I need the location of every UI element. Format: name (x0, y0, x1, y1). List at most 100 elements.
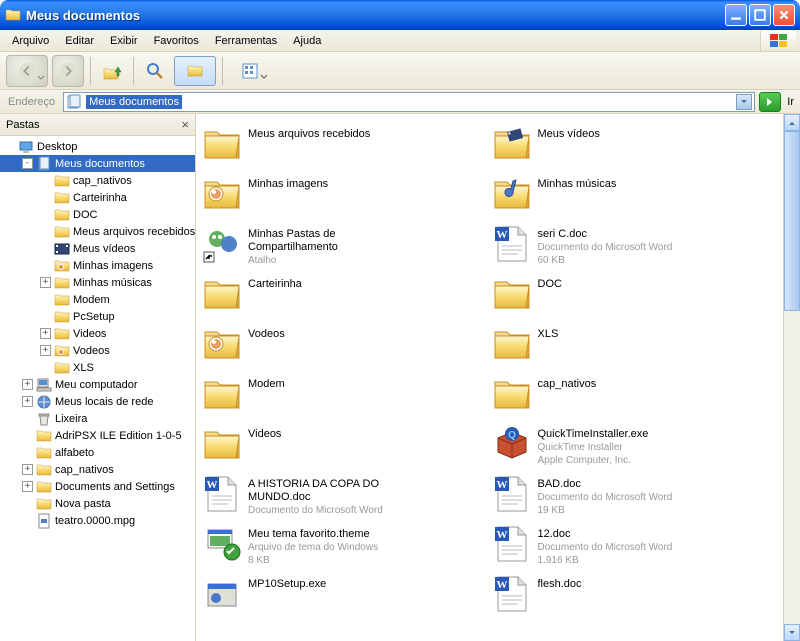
file-item[interactable]: Minhas imagens (200, 172, 490, 222)
file-item[interactable]: Minhas músicas (490, 172, 780, 222)
file-name: Meus vídeos (538, 128, 600, 141)
file-icon (202, 524, 242, 564)
tree-node[interactable]: cap_nativos (0, 172, 195, 189)
file-item[interactable]: DOC (490, 272, 780, 322)
tree-label: AdriPSX ILE Edition 1-0-5 (55, 430, 182, 442)
file-item[interactable]: MP10Setup.exe (200, 572, 490, 622)
file-item[interactable]: Minhas Pastas de CompartilhamentoAtalho (200, 222, 490, 272)
file-item[interactable]: W12.docDocumento do Microsoft Word1.916 … (490, 522, 780, 572)
tree-node[interactable]: Meus arquivos recebidos (0, 223, 195, 240)
menu-favoritos[interactable]: Favoritos (146, 33, 207, 49)
tree-twist[interactable]: + (22, 481, 33, 492)
scroll-down-button[interactable] (784, 624, 800, 641)
file-item[interactable]: Meu tema favorito.themeArquivo de tema d… (200, 522, 490, 572)
file-item[interactable]: Meus arquivos recebidos (200, 122, 490, 172)
tree-node[interactable]: PcSetup (0, 308, 195, 325)
file-grid[interactable]: Meus arquivos recebidos Meus vídeos Minhas… (196, 114, 783, 641)
menu-ajuda[interactable]: Ajuda (285, 33, 329, 49)
tree-label: Meus vídeos (73, 243, 135, 255)
file-item[interactable]: cap_nativos (490, 372, 780, 422)
toolbar (0, 52, 800, 90)
close-button[interactable] (773, 4, 795, 26)
tree-node[interactable]: +cap_nativos (0, 461, 195, 478)
close-panel-button[interactable]: × (181, 117, 189, 132)
views-button[interactable] (229, 56, 271, 86)
file-name: 12.doc (538, 528, 673, 541)
forward-button[interactable] (52, 55, 84, 87)
file-item[interactable]: WA HISTORIA DA COPA DO MUNDO.docDocument… (200, 472, 490, 522)
tree-twist[interactable]: + (40, 328, 51, 339)
tree-node[interactable]: +Meu computador (0, 376, 195, 393)
folder-icon (5, 7, 21, 23)
tree-node[interactable]: Modem (0, 291, 195, 308)
tree-twist[interactable]: + (22, 396, 33, 407)
menu-editar[interactable]: Editar (57, 33, 102, 49)
menu-ferramentas[interactable]: Ferramentas (207, 33, 285, 49)
file-item[interactable]: Vodeos (200, 322, 490, 372)
file-item[interactable]: Videos (200, 422, 490, 472)
tree-node[interactable]: XLS (0, 359, 195, 376)
tree-node[interactable]: Desktop (0, 138, 195, 155)
tree-twist[interactable]: + (22, 379, 33, 390)
file-item[interactable]: Wseri C.docDocumento do Microsoft Word60… (490, 222, 780, 272)
menu-arquivo[interactable]: Arquivo (4, 33, 57, 49)
file-icon (202, 324, 242, 364)
folders-button[interactable] (174, 56, 216, 86)
tree-label: Nova pasta (55, 498, 111, 510)
file-item[interactable]: XLS (490, 322, 780, 372)
address-dropdown[interactable] (736, 94, 752, 110)
file-size: Apple Computer, Inc. (538, 454, 649, 467)
file-name: Carteirinha (248, 278, 302, 291)
tree-node[interactable]: -Meus documentos (0, 155, 195, 172)
file-icon: W (202, 474, 242, 514)
tree-node[interactable]: + Meus locais de rede (0, 393, 195, 410)
tree-node[interactable]: Carteirinha (0, 189, 195, 206)
menu-bar: Arquivo Editar Exibir Favoritos Ferramen… (0, 30, 800, 52)
tree-twist[interactable]: + (22, 464, 33, 475)
vertical-scrollbar[interactable] (783, 114, 800, 641)
file-icon (492, 274, 532, 314)
svg-text:W: W (496, 529, 507, 541)
file-item[interactable]: QQuickTimeInstaller.exeQuickTime Install… (490, 422, 780, 472)
go-button[interactable] (759, 92, 781, 112)
maximize-button[interactable] (749, 4, 771, 26)
file-item[interactable]: Modem (200, 372, 490, 422)
tree-node[interactable]: Nova pasta (0, 495, 195, 512)
tree-node[interactable]: teatro.0000.mpg (0, 512, 195, 529)
folder-tree[interactable]: Desktop-Meus documentoscap_nativosCartei… (0, 136, 195, 641)
tree-node[interactable]: DOC (0, 206, 195, 223)
tree-label: Meus locais de rede (55, 396, 153, 408)
tree-label: Lixeira (55, 413, 87, 425)
tree-node[interactable]: AdriPSX ILE Edition 1-0-5 (0, 427, 195, 444)
scroll-up-button[interactable] (784, 114, 800, 131)
file-icon: W (492, 574, 532, 614)
file-item[interactable]: Wflesh.doc (490, 572, 780, 622)
file-item[interactable]: Carteirinha (200, 272, 490, 322)
tree-node[interactable]: +Minhas músicas (0, 274, 195, 291)
file-item[interactable]: WBAD.docDocumento do Microsoft Word19 KB (490, 472, 780, 522)
address-input[interactable]: Meus documentos (63, 92, 755, 112)
file-name: Modem (248, 378, 285, 391)
scroll-thumb[interactable] (784, 131, 800, 311)
tree-label: Minhas imagens (73, 260, 153, 272)
back-button[interactable] (6, 55, 48, 87)
file-size: 8 KB (248, 554, 378, 567)
up-button[interactable] (97, 56, 127, 86)
file-type: Atalho (248, 254, 408, 267)
menu-exibir[interactable]: Exibir (102, 33, 146, 49)
tree-twist[interactable]: + (40, 277, 51, 288)
tree-twist[interactable]: - (22, 158, 33, 169)
file-type: Arquivo de tema do Windows (248, 541, 378, 554)
tree-node[interactable]: +Vodeos (0, 342, 195, 359)
search-button[interactable] (140, 56, 170, 86)
tree-node[interactable]: +Videos (0, 325, 195, 342)
file-item[interactable]: Meus vídeos (490, 122, 780, 172)
tree-twist[interactable]: + (40, 345, 51, 356)
tree-node[interactable]: Meus vídeos (0, 240, 195, 257)
tree-node[interactable]: alfabeto (0, 444, 195, 461)
file-icon (492, 324, 532, 364)
minimize-button[interactable] (725, 4, 747, 26)
tree-node[interactable]: +Documents and Settings (0, 478, 195, 495)
tree-node[interactable]: Lixeira (0, 410, 195, 427)
tree-node[interactable]: Minhas imagens (0, 257, 195, 274)
